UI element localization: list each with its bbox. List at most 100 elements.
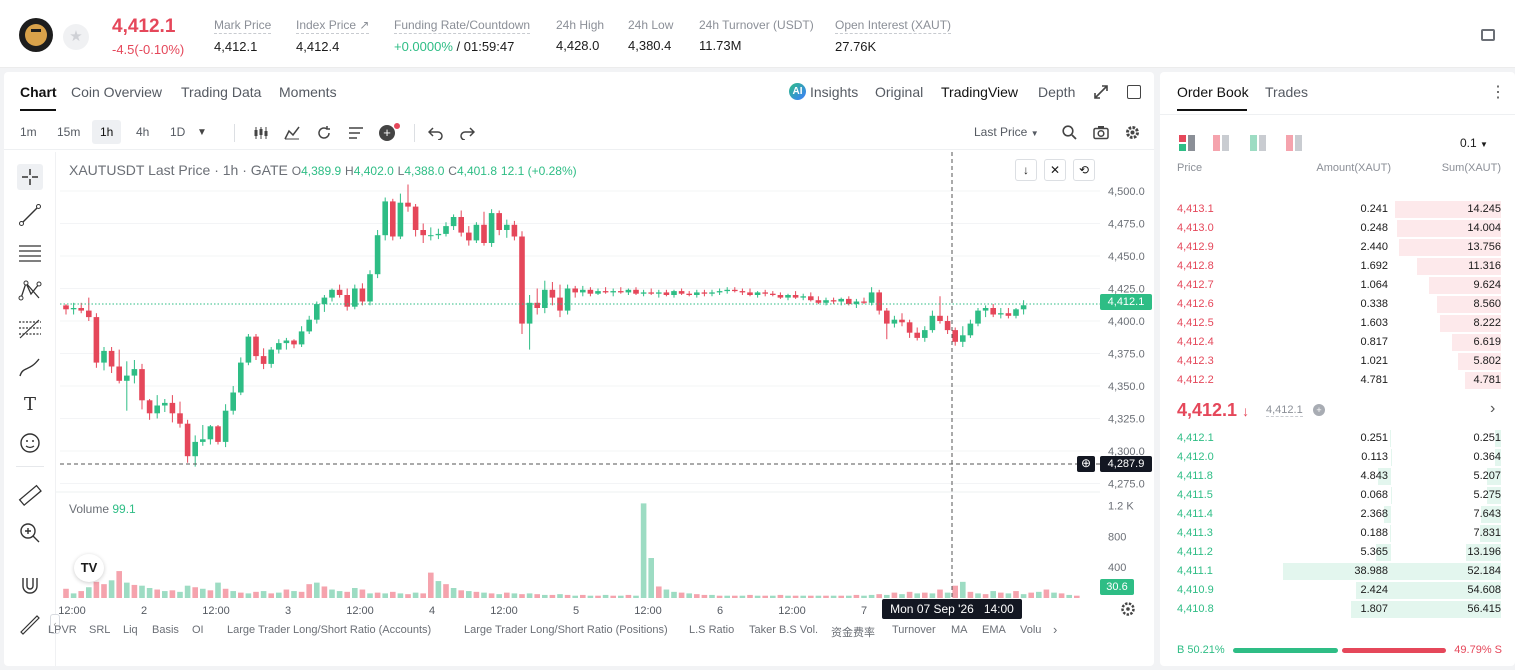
indicator-ls-ratio[interactable]: L.S Ratio [689,624,734,636]
indicator-ls-positions[interactable]: Large Trader Long/Short Ratio (Positions… [464,624,668,636]
candle-body [770,293,776,295]
expand-icon[interactable] [1094,85,1108,99]
ask-row[interactable]: 4,412.2 4.781 4.781 [1160,371,1515,390]
bid-row[interactable]: 4,412.1 0.251 0.251 [1160,429,1515,448]
ask-row[interactable]: 4,413.1 0.241 14.245 [1160,200,1515,219]
stat-mark-price[interactable]: Mark Price 4,412.1 [214,18,272,54]
ask-row[interactable]: 4,412.5 1.603 8.222 [1160,314,1515,333]
indicator-funding-rate[interactable]: 资金费率 [831,624,875,640]
view-insights[interactable]: Insights [810,84,858,100]
price-chart[interactable]: 4,500.04,475.04,450.04,425.04,400.04,375… [56,152,1154,622]
emoji-tool-icon[interactable] [17,430,43,456]
bid-row[interactable]: 4,412.0 0.113 0.364 [1160,448,1515,467]
indicator-liq[interactable]: Liq [123,624,138,636]
fullscreen-icon[interactable] [1127,85,1141,99]
chevron-right-icon[interactable]: › [1490,400,1495,418]
ask-row[interactable]: 4,412.9 2.440 13.756 [1160,238,1515,257]
book-asks-icon[interactable] [1213,135,1229,151]
ask-row[interactable]: 4,412.3 1.021 5.802 [1160,352,1515,371]
tab-chart[interactable]: Chart [20,84,57,100]
indicator-turnover[interactable]: Turnover [892,624,936,636]
lock-drawing-icon[interactable] [17,610,43,636]
ask-row[interactable]: 4,412.6 0.338 8.560 [1160,295,1515,314]
view-depth[interactable]: Depth [1038,84,1075,100]
bid-row[interactable]: 4,410.8 1.807 56.415 [1160,600,1515,619]
add-alert-icon[interactable]: ⊕ [1077,456,1095,472]
reset-chart-icon[interactable]: ⟲ [1073,159,1095,181]
indicators-icon[interactable] [284,126,300,140]
view-original[interactable]: Original [875,84,923,100]
indicator-oi[interactable]: OI [192,624,204,636]
tab-coin-overview[interactable]: Coin Overview [71,84,162,100]
indicator-srl[interactable]: SRL [89,624,110,636]
text-tool-icon[interactable]: T [17,392,43,418]
bid-row[interactable]: 4,410.9 2.424 54.608 [1160,581,1515,600]
indicator-scroll-right-icon[interactable]: › [1053,622,1057,637]
bid-row[interactable]: 4,411.2 5.365 13.196 [1160,543,1515,562]
timeframe-1d[interactable]: 1D [170,125,185,139]
templates-icon[interactable] [348,126,364,140]
bid-row[interactable]: 4,411.1 38.988 52.184 [1160,562,1515,581]
magnet-tool-icon[interactable] [17,572,43,598]
info-icon[interactable]: + [1313,404,1325,416]
indicator-taker-vol[interactable]: Taker B.S Vol. [749,624,818,636]
candle-type-icon[interactable] [253,126,269,140]
header-price: Price [1177,162,1203,174]
indicator-ls-accounts[interactable]: Large Trader Long/Short Ratio (Accounts) [227,624,431,636]
indicator-ma[interactable]: MA [951,624,968,636]
timeframe-1h[interactable]: 1h [92,120,122,144]
bid-row[interactable]: 4,411.5 0.068 5.275 [1160,486,1515,505]
book-depth-icon[interactable] [1286,135,1302,151]
horizontal-lines-tool-icon[interactable] [17,240,43,266]
indicator-lpvr[interactable]: LPVR [48,624,77,636]
tab-trades[interactable]: Trades [1265,84,1308,100]
book-both-icon[interactable] [1179,135,1195,151]
bid-row[interactable]: 4,411.3 0.188 7.831 [1160,524,1515,543]
timeframe-15m[interactable]: 15m [57,125,80,139]
ask-row[interactable]: 4,413.0 0.248 14.004 [1160,219,1515,238]
timeframe-4h[interactable]: 4h [136,125,149,139]
scroll-down-icon[interactable]: ↓ [1015,159,1037,181]
brush-tool-icon[interactable] [17,354,43,380]
ruler-tool-icon[interactable] [17,482,43,508]
replay-icon[interactable] [316,125,332,141]
redo-icon[interactable] [459,126,475,140]
timeframe-dropdown-icon[interactable]: ▼ [197,127,207,138]
undo-icon[interactable] [428,126,444,140]
favorite-star-icon[interactable]: ★ [63,24,89,50]
crosshair-tool-icon[interactable] [17,164,43,190]
zoom-in-tool-icon[interactable] [17,520,43,546]
bid-row[interactable]: 4,411.8 4.843 5.207 [1160,467,1515,486]
ask-row[interactable]: 4,412.8 1.692 11.316 [1160,257,1515,276]
stat-funding-rate[interactable]: Funding Rate/Countdown +0.0000% / 01:59:… [394,18,531,54]
precision-select[interactable]: 0.1 ▼ [1460,136,1488,150]
indicator-ema[interactable]: EMA [982,624,1006,636]
ask-row[interactable]: 4,412.4 0.817 6.619 [1160,333,1515,352]
timeframe-1m[interactable]: 1m [20,125,37,139]
chart-settings-icon[interactable] [1120,601,1136,617]
settings-gear-icon[interactable] [1125,125,1140,140]
camera-icon[interactable] [1093,125,1109,140]
scale-toggle-icon[interactable]: ✕ [1044,159,1066,181]
add-indicator-icon[interactable]: + [379,125,395,141]
ask-row[interactable]: 4,412.7 1.064 9.624 [1160,276,1515,295]
fib-tool-icon[interactable] [17,316,43,342]
stat-open-interest[interactable]: Open Interest (XAUT) 27.76K [835,18,952,54]
book-bids-icon[interactable] [1250,135,1266,151]
search-icon[interactable] [1062,125,1077,140]
mid-price[interactable]: 4,412.1 ↓ [1177,400,1249,421]
trend-line-tool-icon[interactable] [17,202,43,228]
contract-info-icon[interactable] [1481,29,1495,41]
candle-body [488,213,495,243]
tab-trading-data[interactable]: Trading Data [181,84,261,100]
view-tradingview[interactable]: TradingView [941,84,1018,100]
indicator-volume[interactable]: Volu [1020,624,1041,636]
bid-row[interactable]: 4,411.4 2.368 7.643 [1160,505,1515,524]
indicator-basis[interactable]: Basis [152,624,179,636]
price-source-select[interactable]: Last Price ▼ [974,125,1039,139]
tab-order-book[interactable]: Order Book [1177,84,1249,100]
tab-moments[interactable]: Moments [279,84,337,100]
stat-index-price[interactable]: Index Price ↗ 4,412.4 [296,18,370,54]
more-options-icon[interactable]: ⋮ [1490,82,1506,102]
pattern-tool-icon[interactable] [17,278,43,304]
